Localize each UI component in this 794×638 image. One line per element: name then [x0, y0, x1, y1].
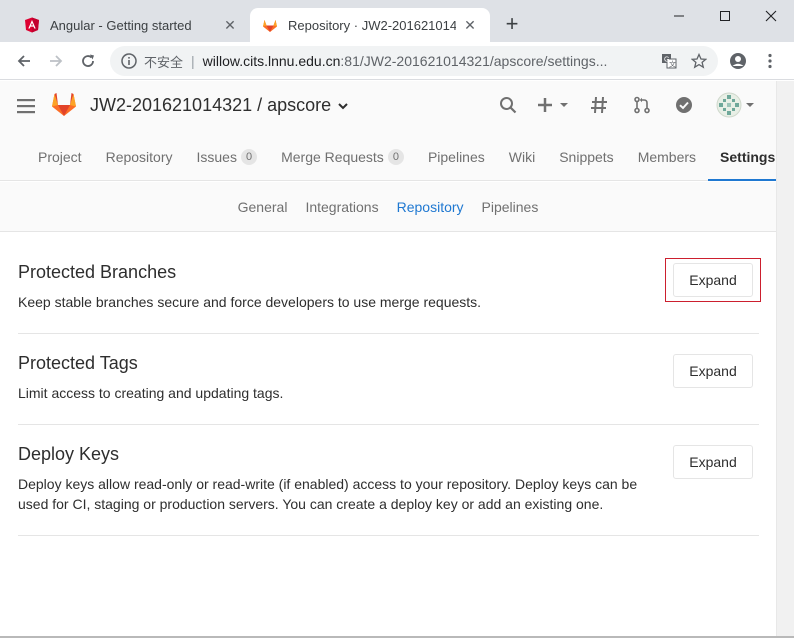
deploy-keys-section: Deploy Keys Deploy keys allow read-only … — [18, 425, 759, 536]
minimize-icon[interactable] — [656, 0, 702, 32]
kebab-menu-icon[interactable] — [758, 49, 782, 73]
hamburger-menu-icon[interactable] — [17, 98, 35, 114]
profile-icon[interactable] — [726, 49, 750, 73]
browser-tab-repository[interactable]: Repository · JW2-201621014321 ✕ — [250, 8, 490, 42]
browser-tab-strip: Angular - Getting started ✕ Repository ·… — [0, 0, 794, 42]
section-description: Deploy keys allow read-only or read-writ… — [18, 476, 638, 512]
nav-wiki[interactable]: Wiki — [497, 135, 547, 181]
nav-pipelines[interactable]: Pipelines — [416, 135, 497, 181]
maximize-icon[interactable] — [702, 0, 748, 32]
expand-deploy-keys-button[interactable]: Expand — [673, 445, 753, 479]
nav-snippets[interactable]: Snippets — [547, 135, 625, 181]
nav-members[interactable]: Members — [626, 135, 708, 181]
todo-check-icon[interactable] — [673, 94, 695, 116]
protected-tags-section: Protected Tags Limit access to creating … — [18, 334, 759, 425]
project-nav: Project Repository Issues 0 Merge Request… — [26, 135, 788, 181]
nav-project[interactable]: Project — [26, 135, 94, 181]
url-path: :81/JW2-201621014321/apscore/settings... — [340, 53, 608, 69]
merge-request-icon[interactable] — [631, 94, 653, 116]
nav-merge-requests[interactable]: Merge Requests 0 — [269, 135, 416, 181]
svg-text:文: 文 — [669, 60, 676, 69]
browser-toolbar: 不安全 | willow.cits.lnnu.edu.cn:81/JW2-201… — [0, 42, 794, 80]
expand-protected-tags-button[interactable]: Expand — [673, 354, 753, 388]
project-title[interactable]: JW2-201621014321 / apscore — [90, 95, 349, 116]
info-icon[interactable] — [120, 52, 138, 70]
nav-label: Project — [38, 149, 82, 165]
new-item-dropdown[interactable] — [537, 94, 573, 116]
page-scrollbar[interactable] — [776, 81, 794, 638]
section-description: Limit access to creating and updating ta… — [18, 385, 284, 401]
angular-icon — [25, 17, 39, 33]
count-badge: 0 — [387, 149, 404, 165]
section-title: Protected Branches — [18, 262, 177, 282]
security-label: 不安全 — [144, 54, 184, 70]
tab-title: Angular - Getting started — [50, 17, 192, 33]
new-tab-button[interactable]: + — [500, 12, 524, 36]
back-arrow-icon[interactable] — [12, 49, 36, 73]
address-separator: | — [191, 53, 195, 69]
settings-sub-nav: General Integrations Repository Pipeline… — [0, 182, 776, 232]
avatar — [716, 92, 754, 118]
window-close-icon[interactable] — [748, 0, 794, 32]
user-avatar-dropdown[interactable] — [716, 91, 756, 119]
section-title: Deploy Keys — [18, 444, 120, 464]
translate-icon[interactable]: G文 — [658, 46, 680, 76]
subnav-repository[interactable]: Repository — [388, 199, 473, 215]
subnav-general[interactable]: General — [229, 199, 297, 215]
bookmark-star-icon[interactable] — [688, 46, 710, 76]
nav-label: Merge Requests — [281, 149, 384, 165]
protected-branches-section: Protected Branches Keep stable branches … — [18, 232, 761, 334]
count-badge: 0 — [240, 149, 258, 165]
search-icon[interactable] — [497, 94, 519, 116]
gitlab-icon — [263, 20, 277, 32]
chevron-down-icon — [338, 102, 348, 109]
nav-label: Issues — [196, 149, 237, 165]
address-bar[interactable]: 不安全 | willow.cits.lnnu.edu.cn:81/JW2-201… — [110, 46, 718, 76]
tab-title: Repository · JW2-201621014321 — [288, 17, 456, 33]
nav-label: Snippets — [559, 149, 614, 165]
expand-protected-branches-button[interactable]: Expand — [673, 263, 753, 297]
reload-icon[interactable] — [76, 49, 100, 73]
browser-tab-angular[interactable]: Angular - Getting started ✕ — [12, 8, 250, 42]
nav-issues[interactable]: Issues 0 — [185, 135, 270, 181]
nav-label: Members — [637, 149, 697, 165]
gitlab-header: JW2-201621014321 / apscore Project Repos… — [0, 81, 788, 181]
close-tab-icon[interactable]: ✕ — [222, 17, 238, 34]
section-description: Keep stable branches secure and force de… — [18, 294, 482, 310]
project-title-text: JW2-201621014321 / apscore — [90, 95, 332, 115]
close-tab-icon[interactable]: ✕ — [462, 17, 478, 34]
nav-label: Settings — [720, 149, 776, 165]
url-host: willow.cits.lnnu.edu.cn — [202, 53, 341, 69]
forward-arrow-icon[interactable] — [44, 49, 68, 73]
hash-icon[interactable] — [588, 94, 610, 116]
subnav-pipelines[interactable]: Pipelines — [473, 199, 548, 215]
section-title: Protected Tags — [18, 353, 138, 373]
gitlab-logo-icon[interactable] — [50, 90, 78, 118]
nav-label: Wiki — [508, 149, 536, 165]
subnav-integrations[interactable]: Integrations — [296, 199, 387, 215]
nav-label: Pipelines — [427, 149, 485, 165]
nav-repository[interactable]: Repository — [94, 135, 185, 181]
nav-label: Repository — [105, 149, 173, 165]
